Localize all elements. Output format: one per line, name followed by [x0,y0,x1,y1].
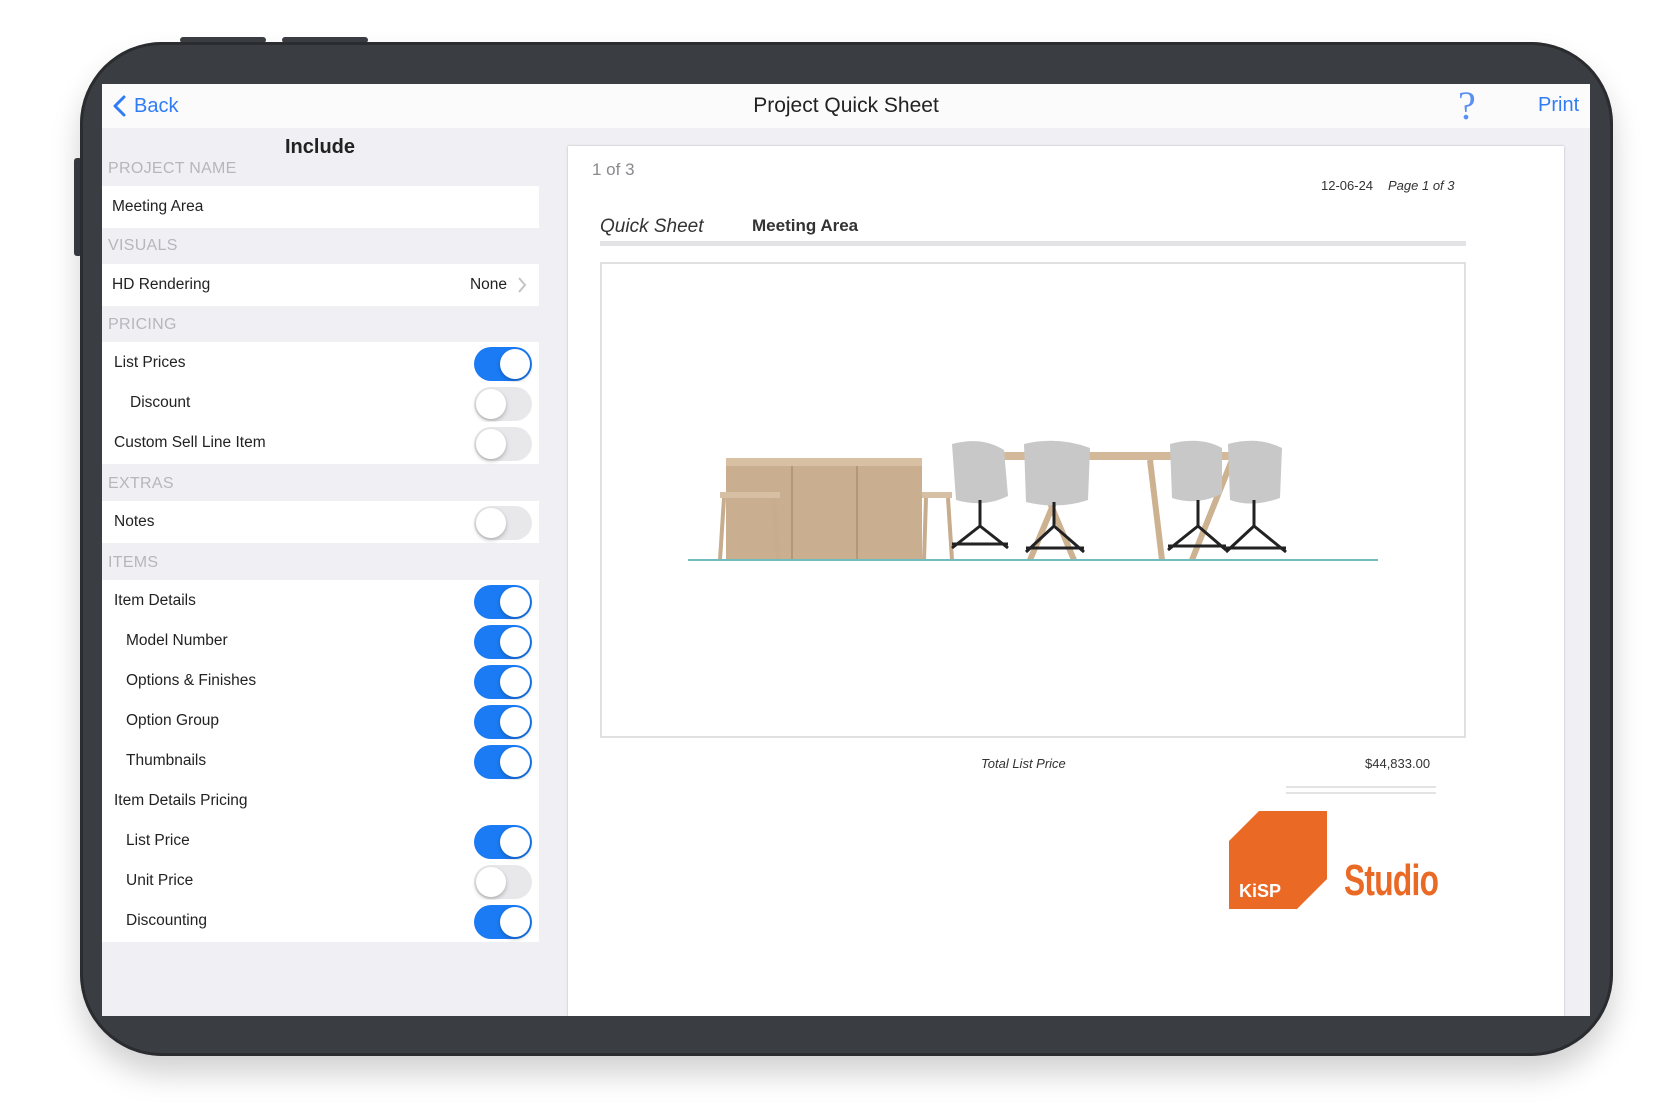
help-icon[interactable]: ? [1458,84,1488,128]
item-details-pricing-row: Item Details Pricing [102,780,539,822]
hd-rendering-label: HD Rendering [112,276,211,293]
list-price-row: List Price [102,820,539,862]
list-price-label: List Price [126,832,190,849]
kisp-logo: KiSP [1229,811,1327,914]
header-rule [600,241,1466,246]
sheet-page-number: Page 1 of 3 [1388,178,1455,193]
item-details-label: Item Details [114,592,196,609]
item-details-row: Item Details [102,580,539,622]
custom-sell-line-item-row: Custom Sell Line Item [102,422,539,464]
project-name-value: Meeting Area [112,198,204,215]
total-list-price-label: Total List Price [981,756,1066,771]
model-number-toggle[interactable] [474,625,532,659]
options-finishes-row: Options & Finishes [102,660,539,702]
item-details-toggle[interactable] [474,585,532,619]
total-double-rule [1286,786,1436,794]
list-price-toggle[interactable] [474,825,532,859]
model-number-label: Model Number [126,632,228,649]
discount-toggle[interactable] [474,387,532,421]
include-settings-panel: Include PROJECT NAME Meeting Area VISUAL… [102,128,546,1016]
options-finishes-toggle[interactable] [474,665,532,699]
unit-price-label: Unit Price [126,872,194,889]
discount-label: Discount [130,394,191,411]
chevron-right-icon [518,277,527,293]
section-pricing: PRICING [108,316,177,333]
page-indicator: 1 of 3 [592,160,635,179]
custom-sell-line-item-toggle[interactable] [474,427,532,461]
discounting-label: Discounting [126,912,207,929]
print-preview-area[interactable]: 1 of 3 12-06-24 Page 1 of 3 Quick Sheet … [546,128,1590,1016]
model-number-row: Model Number [102,620,539,662]
option-group-row: Option Group [102,700,539,742]
discounting-row: Discounting [102,900,539,942]
project-name-field[interactable]: Meeting Area [102,186,539,228]
print-button[interactable]: Print [1538,94,1579,117]
notes-toggle[interactable] [474,506,532,540]
option-group-toggle[interactable] [474,705,532,739]
notes-label: Notes [114,513,155,530]
rendering-frame [600,262,1466,738]
section-visuals: VISUALS [108,237,178,254]
hd-rendering-row[interactable]: HD Rendering None [102,264,539,306]
preview-page: 1 of 3 12-06-24 Page 1 of 3 Quick Sheet … [568,146,1564,1016]
thumbnails-toggle[interactable] [474,745,532,779]
furniture-rendering-image [688,440,1378,562]
option-group-label: Option Group [126,712,220,729]
discount-row: Discount [102,382,539,424]
hd-rendering-value: None [469,276,507,293]
thumbnails-label: Thumbnails [126,752,207,769]
sheet-title: Quick Sheet [600,216,704,237]
navigation-bar: Back Project Quick Sheet ? Print [102,84,1590,128]
sheet-date: 12-06-24 [1321,178,1374,193]
section-items: ITEMS [108,554,159,571]
studio-wordmark: Studio [1344,856,1439,905]
section-extras: EXTRAS [108,475,174,492]
page-title: Project Quick Sheet [753,94,939,117]
options-finishes-label: Options & Finishes [126,672,257,689]
discounting-toggle[interactable] [474,905,532,939]
custom-sell-line-item-label: Custom Sell Line Item [114,434,266,451]
thumbnails-row: Thumbnails [102,740,539,782]
sheet-area-name: Meeting Area [752,216,859,235]
panel-title: Include [284,136,355,158]
list-prices-toggle[interactable] [474,347,532,381]
screen: Back Project Quick Sheet ? Print Include… [102,84,1590,1016]
notes-row: Notes [102,501,539,543]
total-list-price-value: $44,833.00 [1365,756,1431,771]
unit-price-row: Unit Price [102,860,539,902]
list-prices-row: List Prices [102,342,539,384]
unit-price-toggle[interactable] [474,865,532,899]
kisp-logo-text: KiSP [1239,881,1281,901]
section-project-name: PROJECT NAME [108,160,237,177]
item-details-pricing-label: Item Details Pricing [114,792,248,809]
kisp-logo-mark: KiSP [1229,811,1327,909]
list-prices-label: List Prices [114,354,186,371]
